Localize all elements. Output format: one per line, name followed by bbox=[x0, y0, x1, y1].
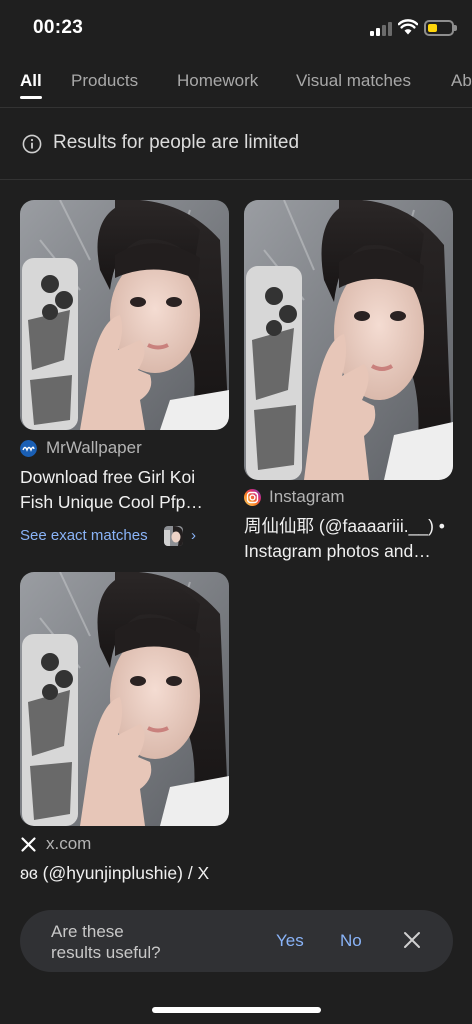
result-title-instagram[interactable]: 周仙仙耶 (@faaaariii.__) • Instagram photos … bbox=[244, 514, 456, 564]
result-title-line: Download free Girl Koi bbox=[20, 467, 196, 487]
result-source-xcom[interactable]: x.com bbox=[46, 834, 91, 854]
battery-icon bbox=[424, 20, 457, 36]
instagram-logo-icon bbox=[244, 489, 261, 506]
tab-about[interactable]: Ab bbox=[451, 71, 472, 91]
tab-all[interactable]: All bbox=[20, 71, 42, 91]
tab-products[interactable]: Products bbox=[71, 71, 138, 91]
mrwallpaper-logo-icon bbox=[20, 440, 37, 457]
result-title-line: Fish Unique Cool Pfp… bbox=[20, 492, 203, 512]
people-results-notice[interactable]: Results for people are limited bbox=[0, 108, 472, 180]
result-title-line: Instagram photos and… bbox=[244, 541, 431, 561]
home-indicator[interactable] bbox=[152, 1007, 321, 1013]
result-source-mrwallpaper[interactable]: MrWallpaper bbox=[46, 438, 142, 458]
x-logo-icon bbox=[20, 836, 37, 853]
active-tab-indicator bbox=[20, 96, 42, 99]
result-title-xcom[interactable]: ʚɞ (@hyunjinplushie) / X bbox=[20, 861, 240, 886]
result-title-line: ʚɞ (@hyunjinplushie) / X bbox=[20, 863, 210, 883]
search-tabs: All Products Homework Visual matches Ab bbox=[0, 58, 472, 108]
result-title-mrwallpaper[interactable]: Download free Girl Koi Fish Unique Cool … bbox=[20, 465, 240, 515]
feedback-prompt: Are these results useful? Yes No bbox=[20, 910, 453, 972]
result-image-xcom[interactable] bbox=[20, 572, 229, 826]
see-exact-matches-link[interactable]: See exact matches bbox=[20, 527, 148, 544]
close-icon[interactable] bbox=[402, 930, 422, 950]
feedback-question: Are these results useful? bbox=[51, 921, 161, 963]
exact-match-thumbnail[interactable] bbox=[164, 526, 183, 546]
clock: 00:23 bbox=[33, 17, 84, 38]
feedback-yes-button[interactable]: Yes bbox=[276, 931, 304, 951]
result-image-instagram[interactable] bbox=[244, 200, 453, 480]
tab-homework[interactable]: Homework bbox=[177, 71, 258, 91]
result-image-mrwallpaper[interactable] bbox=[20, 200, 229, 430]
feedback-question-line: Are these bbox=[51, 922, 124, 941]
info-icon bbox=[22, 134, 42, 154]
chevron-right-icon[interactable]: › bbox=[191, 527, 196, 544]
feedback-no-button[interactable]: No bbox=[340, 931, 362, 951]
status-bar: 00:23 bbox=[0, 0, 472, 58]
result-source-instagram[interactable]: Instagram bbox=[269, 487, 345, 507]
notice-text: Results for people are limited bbox=[53, 132, 300, 153]
feedback-question-line: results useful? bbox=[51, 943, 161, 962]
cellular-signal-icon bbox=[370, 22, 392, 36]
tab-visual-matches[interactable]: Visual matches bbox=[296, 71, 411, 91]
result-title-line: 周仙仙耶 (@faaaariii.__) • bbox=[244, 516, 445, 536]
wifi-icon bbox=[398, 19, 418, 35]
